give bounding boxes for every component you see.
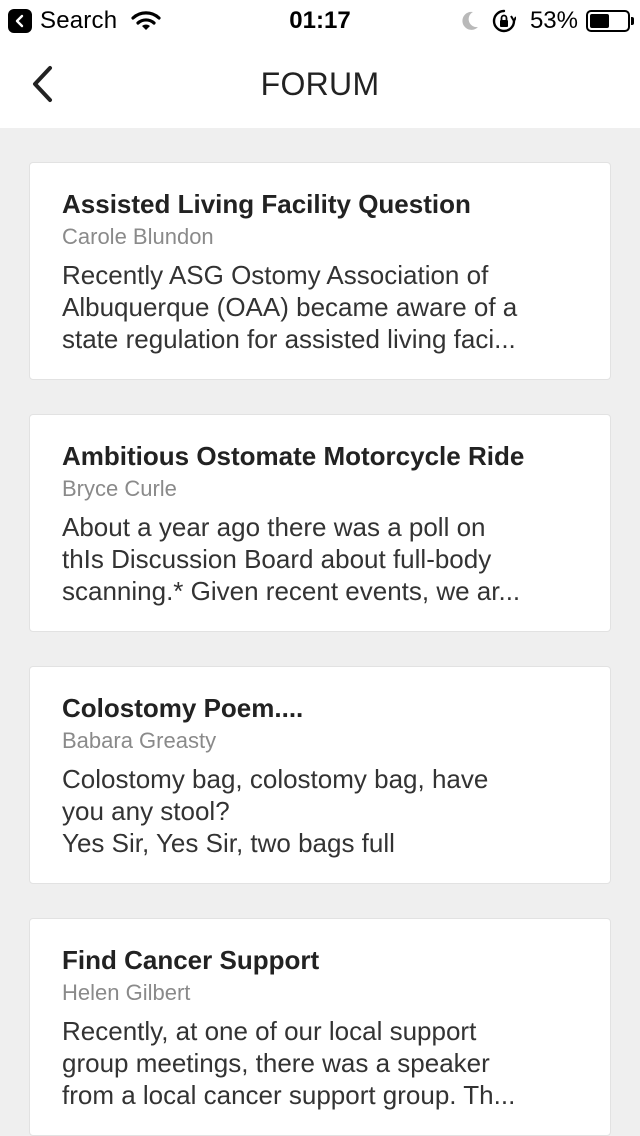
forum-screen: Search 01:17 53% FORUM Assisted Living F… — [0, 0, 640, 1136]
nav-bar: FORUM — [0, 40, 640, 128]
forum-post-card[interactable]: Ambitious Ostomate Motorcycle Ride Bryce… — [29, 414, 611, 632]
post-excerpt: Recently ASG Ostomy Association of Albuq… — [62, 260, 518, 354]
post-author: Bryce Curle — [62, 476, 177, 501]
status-right: 53% — [460, 6, 634, 36]
post-title: Find Cancer Support — [62, 945, 320, 975]
forum-post-card[interactable]: Colostomy Poem.... Babara Greasty Colost… — [29, 666, 611, 884]
post-title: Ambitious Ostomate Motorcycle Ride — [62, 441, 525, 471]
moon-icon — [460, 10, 480, 32]
post-title: Colostomy Poem.... — [62, 693, 304, 723]
post-author: Helen Gilbert — [62, 980, 191, 1005]
post-author: Carole Blundon — [62, 224, 214, 249]
post-excerpt: Recently, at one of our local support gr… — [62, 1016, 516, 1110]
battery-percent: 53% — [529, 7, 578, 34]
forum-list: Assisted Living Facility Question Carole… — [0, 128, 640, 1136]
status-bar: Search 01:17 53% — [0, 0, 640, 40]
post-excerpt: Colostomy bag, colostomy bag, have you a… — [62, 764, 489, 858]
page-title: FORUM — [260, 66, 380, 102]
orientation-lock-icon — [492, 9, 516, 33]
post-author: Babara Greasty — [62, 728, 217, 753]
post-excerpt: About a year ago there was a poll on thI… — [62, 512, 521, 606]
battery-icon — [586, 10, 634, 32]
forum-post-card[interactable]: Assisted Living Facility Question Carole… — [29, 162, 611, 380]
post-title: Assisted Living Facility Question — [62, 189, 471, 219]
forum-post-card[interactable]: Find Cancer Support Helen Gilbert Recent… — [29, 918, 611, 1136]
battery-level-fill — [590, 14, 610, 28]
